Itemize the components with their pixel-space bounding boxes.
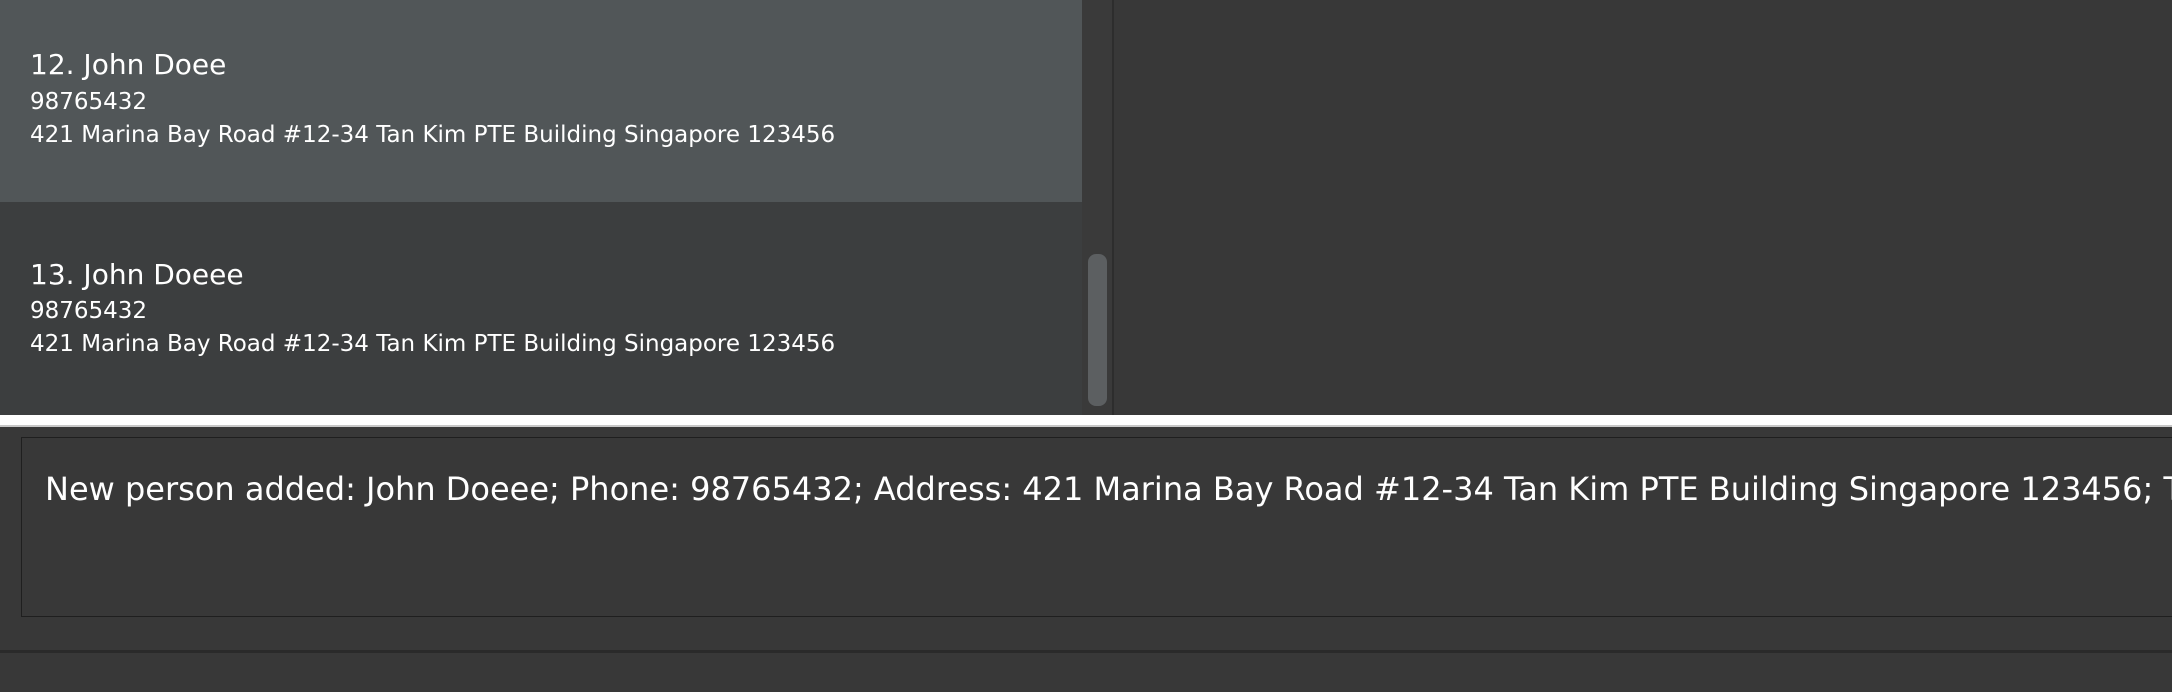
person-address: 421 Marina Bay Road #12-34 Tan Kim PTE B… — [30, 331, 836, 357]
status-bar — [0, 653, 2172, 692]
person-name: 12. John Doee — [30, 48, 227, 81]
result-display-pane: New person added: John Doeee; Phone: 987… — [0, 427, 2172, 630]
person-phone: 98765432 — [30, 298, 148, 324]
person-card[interactable]: 12. John Doee 98765432 421 Marina Bay Ro… — [0, 0, 1082, 202]
person-name: 13. John Doeee — [30, 258, 244, 291]
person-card[interactable]: 13. John Doeee 98765432 421 Marina Bay R… — [0, 206, 1082, 415]
address-book-window: 12. John Doee 98765432 421 Marina Bay Ro… — [0, 0, 2172, 692]
result-display-box[interactable]: New person added: John Doeee; Phone: 987… — [21, 437, 2172, 617]
result-message: New person added: John Doeee; Phone: 987… — [45, 470, 2172, 508]
top-pane: 12. John Doee 98765432 421 Marina Bay Ro… — [0, 0, 2172, 415]
person-phone: 98765432 — [30, 89, 148, 115]
horizontal-splitter[interactable] — [0, 415, 2172, 427]
detail-panel — [1114, 0, 2172, 415]
person-list-panel[interactable]: 12. John Doee 98765432 421 Marina Bay Ro… — [0, 0, 1082, 415]
list-scrollbar-thumb[interactable] — [1088, 254, 1107, 406]
list-scrollbar[interactable] — [1082, 0, 1112, 415]
person-address: 421 Marina Bay Road #12-34 Tan Kim PTE B… — [30, 122, 836, 148]
